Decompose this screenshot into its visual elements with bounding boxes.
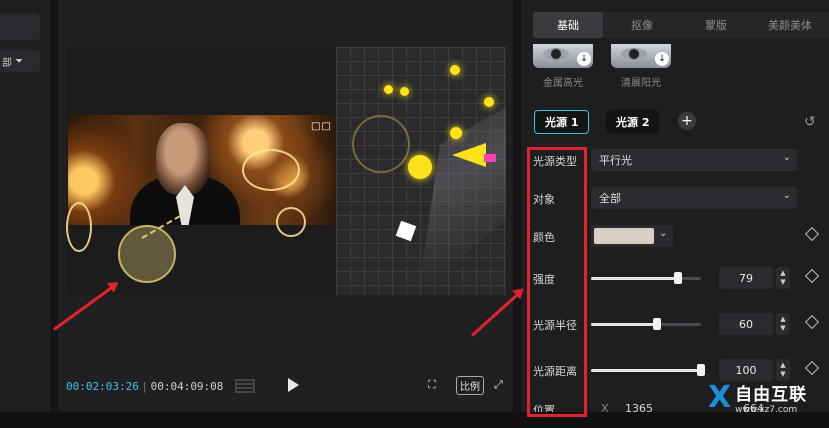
intensity-slider[interactable] <box>591 272 701 284</box>
chevron-down-icon: ⌄ <box>782 190 791 201</box>
light-dot <box>450 65 460 75</box>
filter-button[interactable]: 部 ⏷ <box>0 50 40 72</box>
light-type-label: 光源类型 <box>533 155 577 168</box>
target-label: 对象 <box>533 193 555 206</box>
tab-beauty[interactable]: 美颜美体 <box>755 12 825 38</box>
watermark: X 自由互联 www.xz7.com <box>708 380 807 415</box>
row-target: 对象 全部 ⌄ <box>533 187 825 211</box>
light-source-sun[interactable] <box>408 155 432 179</box>
radius-input[interactable]: 60 <box>719 313 773 335</box>
watermark-name: 自由互联 <box>735 385 808 405</box>
light-dot <box>484 97 494 107</box>
light-halo-2 <box>276 207 306 237</box>
row-light-type: 光源类型 平行光 ⌄ <box>533 149 825 173</box>
row-color: 颜色 ⌄ <box>533 225 825 249</box>
light-dot <box>384 85 393 94</box>
media-panel: 部 ⏷ <box>0 0 52 412</box>
timecode-separator: | <box>142 379 147 393</box>
player-panel: □□ 00:02:03:26 | 00:04:09:08 ⛶ 比例 ⤢ <box>58 0 513 412</box>
media-search-bar[interactable] <box>0 14 40 40</box>
reset-icon[interactable]: ↺ <box>804 114 816 130</box>
download-icon[interactable]: ↓ <box>655 52 669 66</box>
play-icon[interactable] <box>288 378 299 392</box>
chevron-down-icon: ⌄ <box>659 228 668 239</box>
light-source-1-button[interactable]: 光源 1 <box>534 110 590 134</box>
timecode-total: 00:04:09:08 <box>150 379 224 393</box>
list-icon[interactable] <box>235 379 256 393</box>
filter-icon: ⏷ <box>15 55 23 67</box>
color-picker[interactable]: ⌄ <box>591 225 673 247</box>
radius-label: 光源半径 <box>533 319 577 332</box>
light-source-2-button[interactable]: 光源 2 <box>606 110 660 134</box>
preset-label-morning: 清晨阳光 <box>621 78 661 89</box>
light-dot <box>400 87 409 96</box>
keyframe-diamond-icon[interactable] <box>804 268 820 284</box>
add-light-source-button[interactable]: + <box>678 112 696 130</box>
download-icon[interactable]: ↓ <box>577 52 591 66</box>
light-halo-3 <box>66 202 92 252</box>
light-type-select[interactable]: 平行光 ⌄ <box>591 149 797 171</box>
radius-slider-knob[interactable] <box>653 318 661 330</box>
watermark-text: 自由互联 www.xz7.com <box>735 380 807 415</box>
distance-slider[interactable] <box>591 364 705 376</box>
intensity-input[interactable]: 79 <box>719 267 773 289</box>
tab-basic[interactable]: 基础 <box>533 12 603 38</box>
timecode-current: 00:02:03:26 <box>66 379 139 393</box>
figure-head <box>156 123 210 195</box>
intensity-stepper[interactable]: ▲ ▼ <box>776 267 790 289</box>
radius-stepper[interactable]: ▲ ▼ <box>776 313 790 335</box>
row-radius: 光源半径 60 ▲ ▼ <box>533 313 825 337</box>
distance-slider-knob[interactable] <box>697 364 705 376</box>
distance-label: 光源距离 <box>533 365 577 378</box>
light-dot <box>450 127 462 139</box>
chevron-down-icon: ⌄ <box>782 152 791 163</box>
light-type-value: 平行光 <box>599 154 632 167</box>
app-root: 部 ⏷ □□ 00:02:03:26 | 00:04:09:08 ⛶ 比例 ⤢ … <box>0 0 829 428</box>
timeline-strip <box>0 412 829 428</box>
intensity-label: 强度 <box>533 273 555 286</box>
radius-slider[interactable] <box>591 318 701 330</box>
target-value: 全部 <box>599 192 621 205</box>
intensity-slider-fill <box>591 277 678 280</box>
watermark-url: www.xz7.com <box>735 405 798 415</box>
ratio-button[interactable]: 比例 <box>456 375 484 395</box>
target-select[interactable]: 全部 ⌄ <box>591 187 797 209</box>
light-ghost-circle <box>352 115 410 173</box>
preset-label-metal: 金属高光 <box>543 78 583 89</box>
properties-panel: 基础 抠像 蒙版 美颜美体 ↓ 金属高光 ↓ 清晨阳光 光源 1 光源 2 + … <box>520 0 829 428</box>
light-halo-1 <box>242 149 300 191</box>
frame-overlay-text: □□ <box>311 121 332 132</box>
player-controls: 00:02:03:26 | 00:04:09:08 ⛶ 比例 ⤢ <box>66 372 506 400</box>
preset-eye-image <box>621 48 647 60</box>
light-target-handle[interactable] <box>484 154 496 162</box>
watermark-logo: X <box>708 380 732 415</box>
filter-label: 部 <box>2 57 12 69</box>
color-swatch <box>594 228 654 244</box>
color-label: 颜色 <box>533 231 555 244</box>
preset-thumb-morning[interactable]: ↓ <box>611 44 671 68</box>
fullscreen-icon[interactable]: ⤢ <box>494 375 503 395</box>
preset-thumb-metal[interactable]: ↓ <box>533 44 593 68</box>
keyframe-diamond-icon[interactable] <box>804 360 820 376</box>
tab-matting[interactable]: 抠像 <box>607 12 677 38</box>
ratio-label: 比例 <box>456 375 484 395</box>
keyframe-diamond-icon[interactable] <box>804 314 820 330</box>
distance-slider-fill <box>591 369 701 372</box>
tab-bar: 基础 抠像 蒙版 美颜美体 <box>533 12 829 38</box>
tab-mask[interactable]: 蒙版 <box>681 12 751 38</box>
radius-slider-fill <box>591 323 657 326</box>
row-intensity: 强度 79 ▲ ▼ <box>533 267 825 291</box>
distance-stepper[interactable]: ▲ ▼ <box>776 359 790 381</box>
keyframe-diamond-icon[interactable] <box>804 226 820 242</box>
intensity-slider-knob[interactable] <box>673 272 682 284</box>
distance-input[interactable]: 100 <box>719 359 773 381</box>
fit-screen-icon[interactable]: ⛶ <box>428 375 436 395</box>
preset-eye-image <box>543 48 569 60</box>
preview-canvas[interactable]: □□ <box>66 47 506 295</box>
